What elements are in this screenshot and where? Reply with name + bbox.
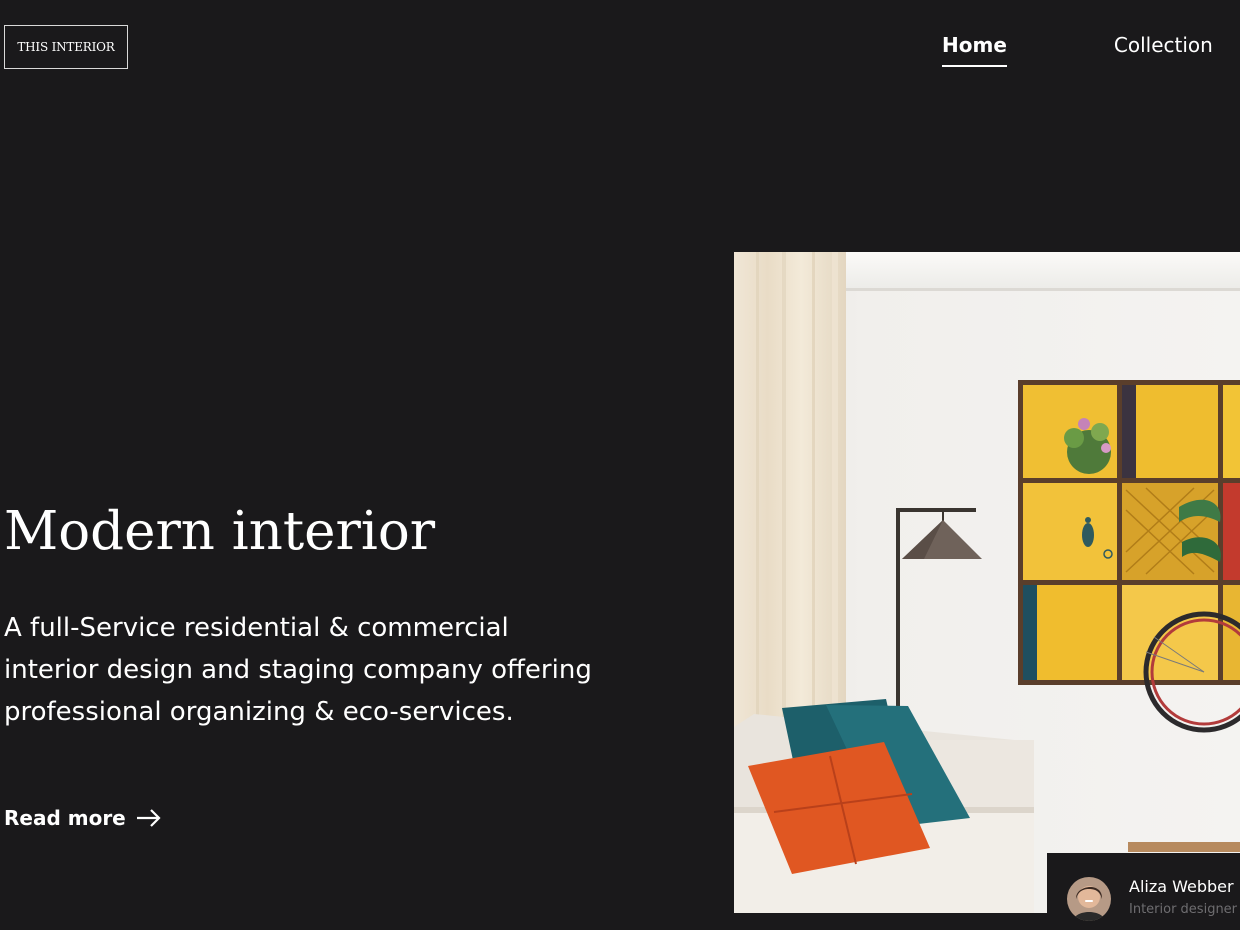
- nav-home-link[interactable]: Home: [942, 33, 1007, 67]
- designer-avatar: [1067, 877, 1111, 921]
- hero-room-image: [734, 252, 1240, 913]
- designer-name: Aliza Webber: [1129, 877, 1234, 896]
- hero-title: Modern interior: [4, 501, 436, 562]
- arrow-right-icon: [136, 808, 162, 828]
- designer-card: Aliza Webber Interior designer: [1047, 853, 1240, 930]
- brand-logo[interactable]: THIS INTERIOR: [4, 25, 128, 69]
- nav-collection-link[interactable]: Collection: [1114, 33, 1213, 67]
- designer-role: Interior designer: [1129, 902, 1238, 917]
- read-more-label: Read more: [4, 806, 126, 830]
- main-nav: Home Collection: [942, 33, 1213, 67]
- hero-description: A full-Service residential & commercial …: [4, 613, 592, 727]
- read-more-link[interactable]: Read more: [4, 806, 162, 830]
- page: THIS INTERIOR Home Collection Modern int…: [0, 0, 1240, 930]
